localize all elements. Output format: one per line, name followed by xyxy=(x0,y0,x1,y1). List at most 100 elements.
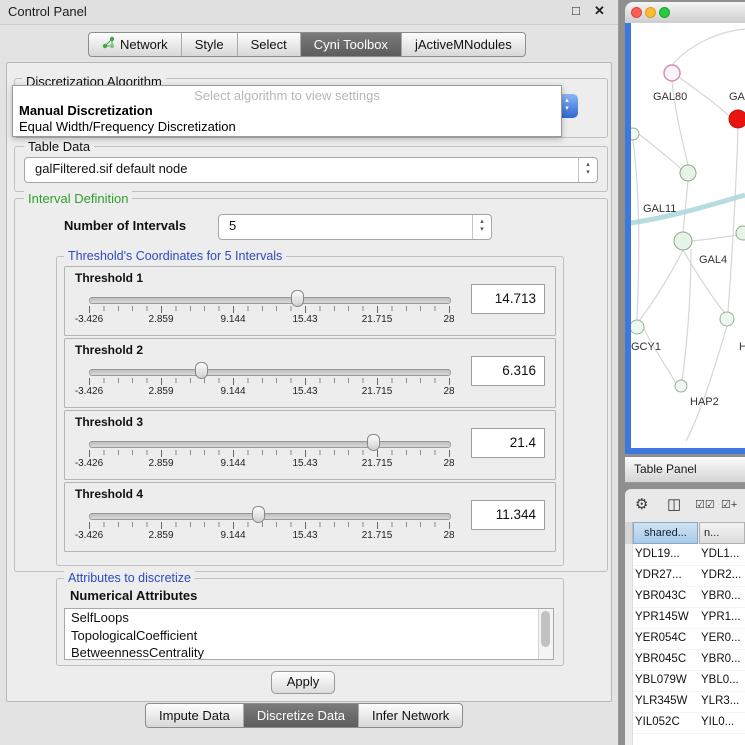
table-cell[interactable]: YBL079W xyxy=(635,670,699,690)
major-tick xyxy=(233,378,234,385)
node[interactable] xyxy=(680,165,696,181)
table-cell[interactable]: YDL1... xyxy=(701,544,745,564)
table-cell[interactable]: YER0... xyxy=(701,628,745,648)
column-header-name[interactable]: n... xyxy=(699,522,745,544)
table-cell[interactable]: YPR145W xyxy=(635,607,699,627)
threshold-slider[interactable]: -3.426 2.859 9.144 15.43 21.715 28 xyxy=(89,289,449,331)
slider-thumb[interactable] xyxy=(367,434,380,451)
tab-label: Style xyxy=(195,34,224,55)
threshold-slider[interactable]: -3.426 2.859 9.144 15.43 21.715 28 xyxy=(89,505,449,547)
threshold-value-field[interactable]: 11.344 xyxy=(471,500,545,530)
table-cell[interactable]: YLR3... xyxy=(701,691,745,711)
network-frame: GAL80 GA GAL11 GAL4 GCY1 HAP2 H xyxy=(625,23,745,454)
tab-infer-network[interactable]: Infer Network xyxy=(358,704,462,727)
node-gcy1[interactable] xyxy=(631,320,644,334)
close-traffic-light[interactable] xyxy=(631,7,642,18)
scale-label: 15.43 xyxy=(292,458,317,469)
node-red-selected[interactable] xyxy=(729,110,745,128)
gear-icon[interactable]: ⚙ xyxy=(635,495,648,513)
table-cell[interactable]: YDR27... xyxy=(635,565,699,585)
major-tick xyxy=(377,378,378,385)
threshold-value-field[interactable]: 14.713 xyxy=(471,284,545,314)
tab-select[interactable]: Select xyxy=(237,33,300,56)
checkbox-add-icon[interactable]: ☑+ xyxy=(721,498,737,511)
threshold-value-field[interactable]: 6.316 xyxy=(471,356,545,386)
table-cell[interactable]: YLR345W xyxy=(635,691,699,711)
algorithm-option-equal-width[interactable]: Equal Width/Frequency Discretization xyxy=(13,119,561,135)
slider-thumb[interactable] xyxy=(195,362,208,379)
list-item[interactable]: TopologicalCoefficient xyxy=(65,627,553,645)
slider-track[interactable] xyxy=(89,297,451,304)
columns-icon[interactable]: ◫ xyxy=(667,495,681,513)
table-data-label: Table Data xyxy=(24,139,94,154)
slider-thumb[interactable] xyxy=(291,290,304,307)
major-tick xyxy=(377,522,378,529)
algorithm-option-manual[interactable]: Manual Discretization xyxy=(13,103,561,119)
major-tick xyxy=(449,450,450,457)
attributes-group-label: Attributes to discretize xyxy=(64,571,195,585)
close-icon[interactable]: ✕ xyxy=(594,3,605,19)
scrollbar-thumb[interactable] xyxy=(541,611,550,647)
table-cell[interactable]: YDL19... xyxy=(635,544,699,564)
apply-button[interactable]: Apply xyxy=(271,671,335,694)
select-all-checkbox-icon[interactable]: ☑☑ xyxy=(695,498,715,511)
tab-jactivemnodules[interactable]: jActiveMNodules xyxy=(401,33,525,56)
slider-track[interactable] xyxy=(89,441,451,448)
table-data-combobox[interactable]: galFiltered.sif default node ▴ ▾ xyxy=(24,157,598,183)
threshold-value-field[interactable]: 21.4 xyxy=(471,428,545,458)
major-tick xyxy=(89,306,90,313)
list-item[interactable]: BetweennessCentrality xyxy=(65,644,553,660)
list-item[interactable]: SelfLoops xyxy=(65,609,553,627)
number-of-intervals-combobox[interactable]: 5 ▴ ▾ xyxy=(218,214,492,240)
tab-network[interactable]: Network xyxy=(89,33,181,56)
numerical-attributes-label: Numerical Attributes xyxy=(66,588,201,603)
threshold-slider[interactable]: -3.426 2.859 9.144 15.43 21.715 28 xyxy=(89,361,449,403)
slider-track[interactable] xyxy=(89,513,451,520)
panel-title: Control Panel xyxy=(8,4,87,19)
node-gal4[interactable] xyxy=(674,232,692,250)
table-cell[interactable]: YBR045C xyxy=(635,649,699,669)
node[interactable] xyxy=(631,128,639,140)
table-cell[interactable]: YBR0... xyxy=(701,649,745,669)
table-row: YER054C YER0... xyxy=(633,628,745,650)
major-tick xyxy=(233,306,234,313)
table-cell[interactable]: YBR043C xyxy=(635,586,699,606)
column-header-shared-name[interactable]: shared... xyxy=(633,522,698,544)
node-label: GAL11 xyxy=(643,203,676,215)
minimize-traffic-light[interactable] xyxy=(645,7,656,18)
tab-label: Network xyxy=(120,34,168,55)
algorithm-dropdown-popup: Select algorithm to view settings Manual… xyxy=(12,85,562,137)
screenshot-root: Control Panel □ ✕ Network Style Select C… xyxy=(0,0,745,745)
list-scrollbar[interactable] xyxy=(538,609,553,659)
table-panel-title: Table Panel xyxy=(634,457,697,482)
table-cell[interactable]: YBR0... xyxy=(701,586,745,606)
node[interactable] xyxy=(720,312,734,326)
row-header-strip xyxy=(625,544,633,745)
tab-cyni-toolbox[interactable]: Cyni Toolbox xyxy=(300,33,401,56)
tab-discretize-data[interactable]: Discretize Data xyxy=(243,704,358,727)
table-cell[interactable]: YER054C xyxy=(635,628,699,648)
zoom-traffic-light[interactable] xyxy=(659,7,670,18)
node-hap2[interactable] xyxy=(675,380,687,392)
node-gal80[interactable] xyxy=(664,65,680,81)
scale-label: 21.715 xyxy=(362,530,393,541)
slider-track[interactable] xyxy=(89,369,451,376)
table-cell[interactable]: YIL052C xyxy=(635,712,699,732)
slider-tick-marks xyxy=(89,378,450,383)
tab-style[interactable]: Style xyxy=(181,33,237,56)
network-graph: GAL80 GA GAL11 GAL4 GCY1 HAP2 H xyxy=(631,23,745,448)
tab-impute-data[interactable]: Impute Data xyxy=(146,704,243,727)
float-window-icon[interactable]: □ xyxy=(572,3,580,18)
major-tick xyxy=(449,378,450,385)
node[interactable] xyxy=(736,226,745,240)
table-cell[interactable]: YIL0... xyxy=(701,712,745,732)
slider-thumb[interactable] xyxy=(252,506,265,523)
table-cell[interactable]: YBL0... xyxy=(701,670,745,690)
stepper-up-icon: ▴ xyxy=(473,218,491,226)
major-tick xyxy=(89,378,90,385)
scale-label: 28 xyxy=(443,530,454,541)
network-canvas[interactable]: GAL80 GA GAL11 GAL4 GCY1 HAP2 H xyxy=(631,23,745,448)
threshold-slider[interactable]: -3.426 2.859 9.144 15.43 21.715 28 xyxy=(89,433,449,475)
table-cell[interactable]: YPR1... xyxy=(701,607,745,627)
table-cell[interactable]: YDR2... xyxy=(701,565,745,585)
